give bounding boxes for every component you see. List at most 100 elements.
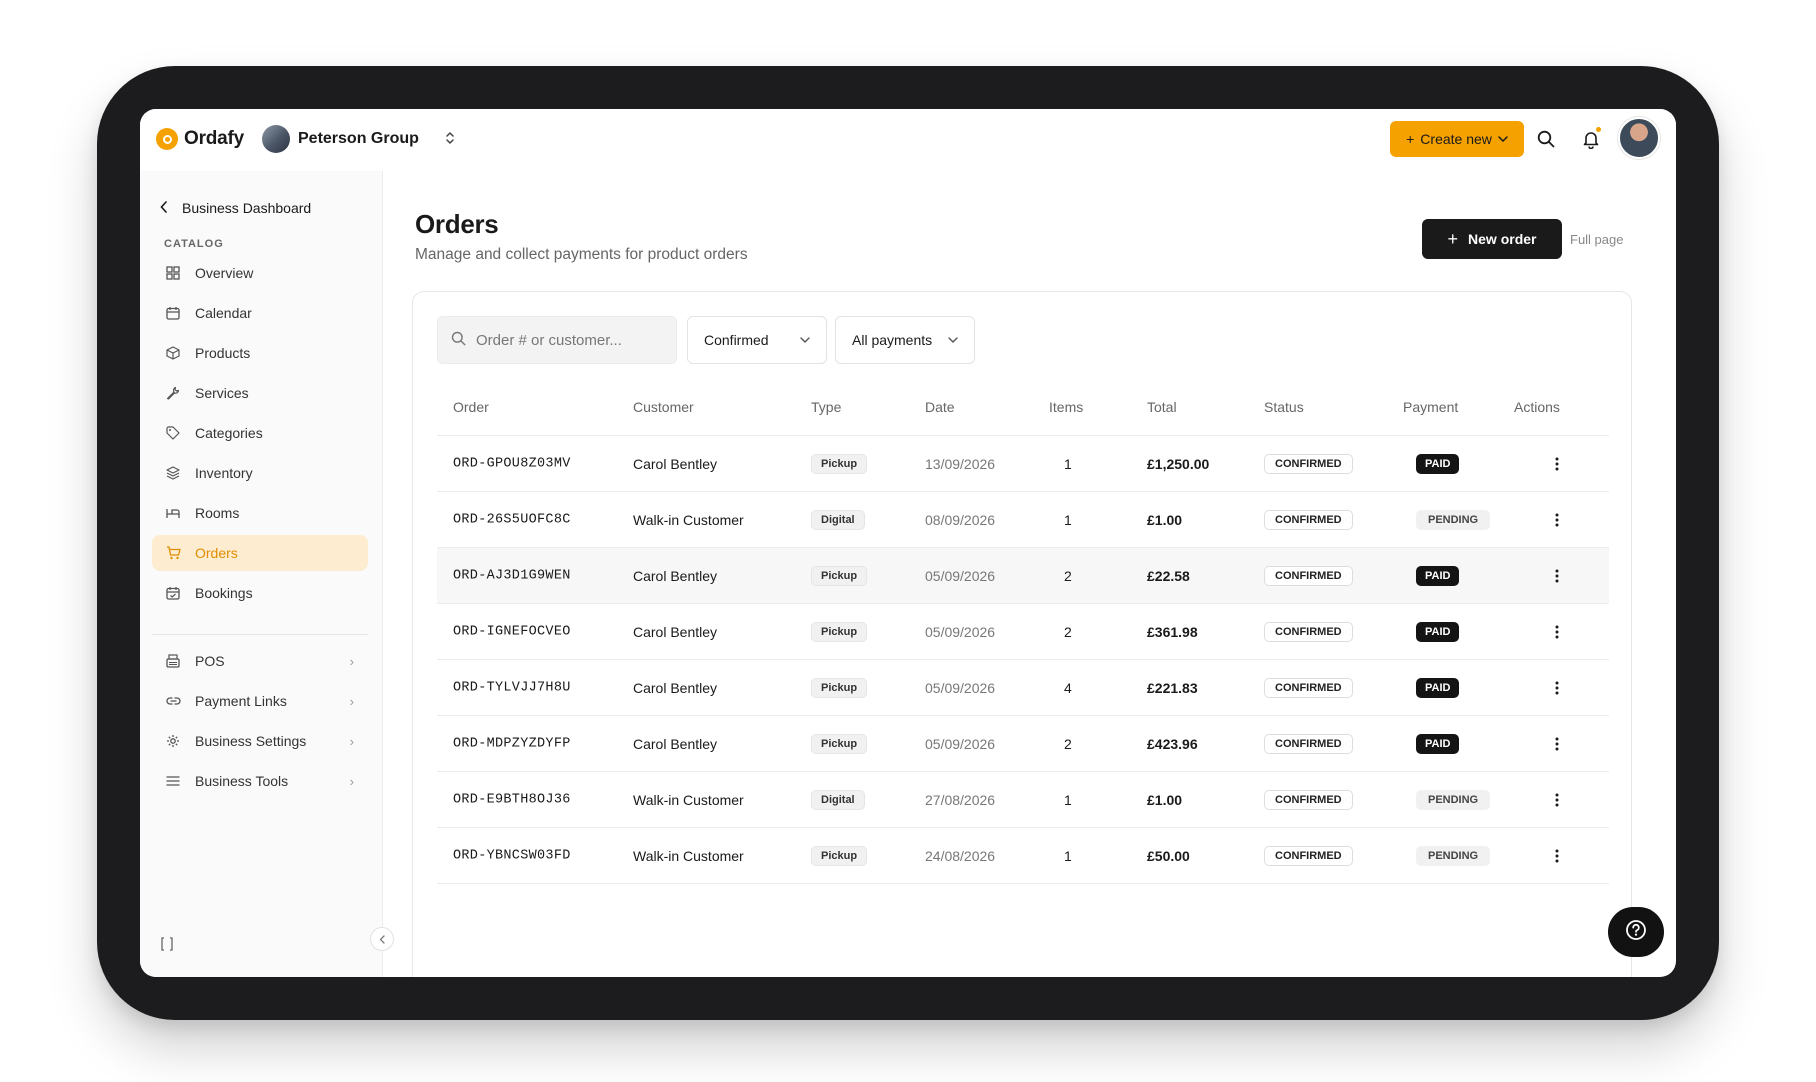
search-icon[interactable]	[1532, 125, 1560, 153]
org-avatar	[262, 125, 290, 153]
table-header: Order Customer Type Date Items Total Sta…	[437, 399, 1609, 423]
org-name: Peterson Group	[298, 130, 419, 147]
table-row[interactable]: ORD-MDPZYZDYFP Carol Bentley Pickup 05/09/2…	[437, 716, 1609, 771]
table-row[interactable]: ORD-IGNEFOCVEO Carol Bentley Pickup 05/09/2…	[437, 604, 1609, 659]
status-badge: CONFIRMED	[1264, 453, 1353, 474]
table-row[interactable]: ORD-E9BTH8OJ36 Walk-in Customer Digital 27/…	[437, 772, 1609, 827]
order-id: ORD-TYLVJJ7H8U	[453, 680, 571, 695]
column-header-date[interactable]: Date	[925, 399, 955, 415]
section-label-catalog: CATALOG	[164, 238, 224, 250]
sidebar-item-label: Categories	[195, 425, 263, 441]
cart-icon	[165, 545, 181, 561]
org-switcher[interactable]: Peterson Group	[262, 125, 455, 153]
sidebar-item-label: POS	[195, 653, 225, 669]
column-header-customer[interactable]: Customer	[633, 399, 694, 415]
type-badge: Pickup	[811, 677, 868, 698]
sidebar-item-inventory[interactable]: Inventory	[152, 455, 368, 491]
payment-badge: PAID	[1416, 453, 1460, 474]
column-header-type[interactable]: Type	[811, 399, 841, 415]
chevron-up-down-icon	[445, 131, 455, 147]
sidebar-item-calendar[interactable]: Calendar	[152, 295, 368, 331]
payment-badge: PENDING	[1416, 845, 1491, 866]
link-icon	[165, 693, 181, 709]
search-input[interactable]: Order # or customer...	[437, 316, 677, 364]
sidebar-item-pos[interactable]: POS ›	[152, 643, 368, 679]
menu-icon	[165, 773, 181, 789]
collapse-sidebar-button[interactable]	[370, 927, 394, 951]
more-actions-icon[interactable]	[1549, 566, 1565, 586]
order-date: 05/09/2026	[925, 623, 996, 640]
sidebar-item-business-settings[interactable]: Business Settings ›	[152, 723, 368, 759]
more-actions-icon[interactable]	[1549, 454, 1565, 474]
customer-name: Carol Bentley	[633, 567, 718, 584]
plus-icon: +	[1406, 131, 1415, 147]
status-filter-select[interactable]: Confirmed	[687, 316, 827, 364]
status-badge: CONFIRMED	[1264, 733, 1353, 754]
table-row[interactable]: ORD-GPOU8Z03MV Carol Bentley Pickup 13/09/2…	[437, 436, 1609, 491]
chevron-right-icon: ›	[349, 693, 354, 709]
sidebar-item-orders[interactable]: Orders	[152, 535, 368, 571]
status-badge: CONFIRMED	[1264, 677, 1353, 698]
panel-toggle-icon[interactable]	[160, 937, 174, 954]
sidebar-item-business-tools[interactable]: Business Tools ›	[152, 763, 368, 799]
table-row[interactable]: ORD-TYLVJJ7H8U Carol Bentley Pickup 05/09/2…	[437, 660, 1609, 715]
tag-icon	[165, 425, 181, 441]
search-icon	[451, 331, 466, 350]
full-page-link[interactable]: Full page	[1570, 232, 1623, 247]
chevron-left-icon	[160, 200, 168, 216]
brand[interactable]: Ordafy	[156, 128, 244, 150]
payment-badge: PAID	[1416, 733, 1460, 754]
order-total: £1.00	[1147, 511, 1183, 528]
sidebar-item-products[interactable]: Products	[152, 335, 368, 371]
new-order-button[interactable]: + New order	[1422, 219, 1562, 259]
table-row[interactable]: ORD-YBNCSW03FD Walk-in Customer Pickup 24/0…	[437, 828, 1609, 883]
payment-badge: PENDING	[1416, 789, 1491, 810]
bell-icon[interactable]	[1577, 125, 1605, 153]
column-header-total[interactable]: Total	[1147, 399, 1177, 415]
table-row[interactable]: ORD-AJ3D1G9WEN Carol Bentley Pickup 05/09/2…	[437, 548, 1609, 603]
order-total: £50.00	[1147, 847, 1190, 864]
column-header-status[interactable]: Status	[1264, 399, 1304, 415]
device-frame: Ordafy Peterson Group + Create new Busin…	[97, 66, 1719, 1020]
help-button[interactable]	[1608, 907, 1664, 957]
order-total: £361.98	[1147, 623, 1198, 640]
sidebar-item-categories[interactable]: Categories	[152, 415, 368, 451]
sidebar-item-rooms[interactable]: Rooms	[152, 495, 368, 531]
user-avatar[interactable]	[1618, 117, 1660, 159]
app-screen: Ordafy Peterson Group + Create new Busin…	[140, 109, 1676, 977]
order-date: 05/09/2026	[925, 735, 996, 752]
status-filter-value: Confirmed	[704, 332, 769, 348]
customer-name: Walk-in Customer	[633, 791, 744, 808]
sidebar-item-bookings[interactable]: Bookings	[152, 575, 368, 611]
order-date: 05/09/2026	[925, 567, 996, 584]
more-actions-icon[interactable]	[1549, 790, 1565, 810]
payment-filter-select[interactable]: All payments	[835, 316, 975, 364]
column-header-payment[interactable]: Payment	[1403, 399, 1458, 415]
more-actions-icon[interactable]	[1549, 510, 1565, 530]
back-link-label: Business Dashboard	[182, 200, 312, 216]
sidebar-item-label: Calendar	[195, 305, 252, 321]
table-row[interactable]: ORD-26S5UOFC8C Walk-in Customer Digital 08/…	[437, 492, 1609, 547]
more-actions-icon[interactable]	[1549, 622, 1565, 642]
customer-name: Carol Bentley	[633, 735, 718, 752]
order-id: ORD-AJ3D1G9WEN	[453, 568, 571, 583]
back-to-dashboard-link[interactable]: Business Dashboard	[160, 200, 311, 216]
chevron-right-icon: ›	[349, 653, 354, 669]
new-order-label: New order	[1468, 231, 1537, 247]
more-actions-icon[interactable]	[1549, 734, 1565, 754]
column-header-order[interactable]: Order	[453, 399, 489, 415]
column-header-items[interactable]: Items	[1049, 399, 1083, 415]
sidebar-item-overview[interactable]: Overview	[152, 255, 368, 291]
orders-card: Order # or customer... Confirmed All pay…	[412, 291, 1632, 977]
more-actions-icon[interactable]	[1549, 846, 1565, 866]
order-id: ORD-IGNEFOCVEO	[453, 624, 571, 639]
sidebar-item-payment-links[interactable]: Payment Links ›	[152, 683, 368, 719]
search-placeholder: Order # or customer...	[476, 331, 622, 349]
create-new-button[interactable]: + Create new	[1390, 121, 1524, 157]
more-actions-icon[interactable]	[1549, 678, 1565, 698]
order-total: £22.58	[1147, 567, 1190, 584]
items-count: 1	[1064, 791, 1072, 808]
items-count: 1	[1064, 455, 1072, 472]
sidebar-item-services[interactable]: Services	[152, 375, 368, 411]
chevron-down-icon	[800, 335, 810, 346]
